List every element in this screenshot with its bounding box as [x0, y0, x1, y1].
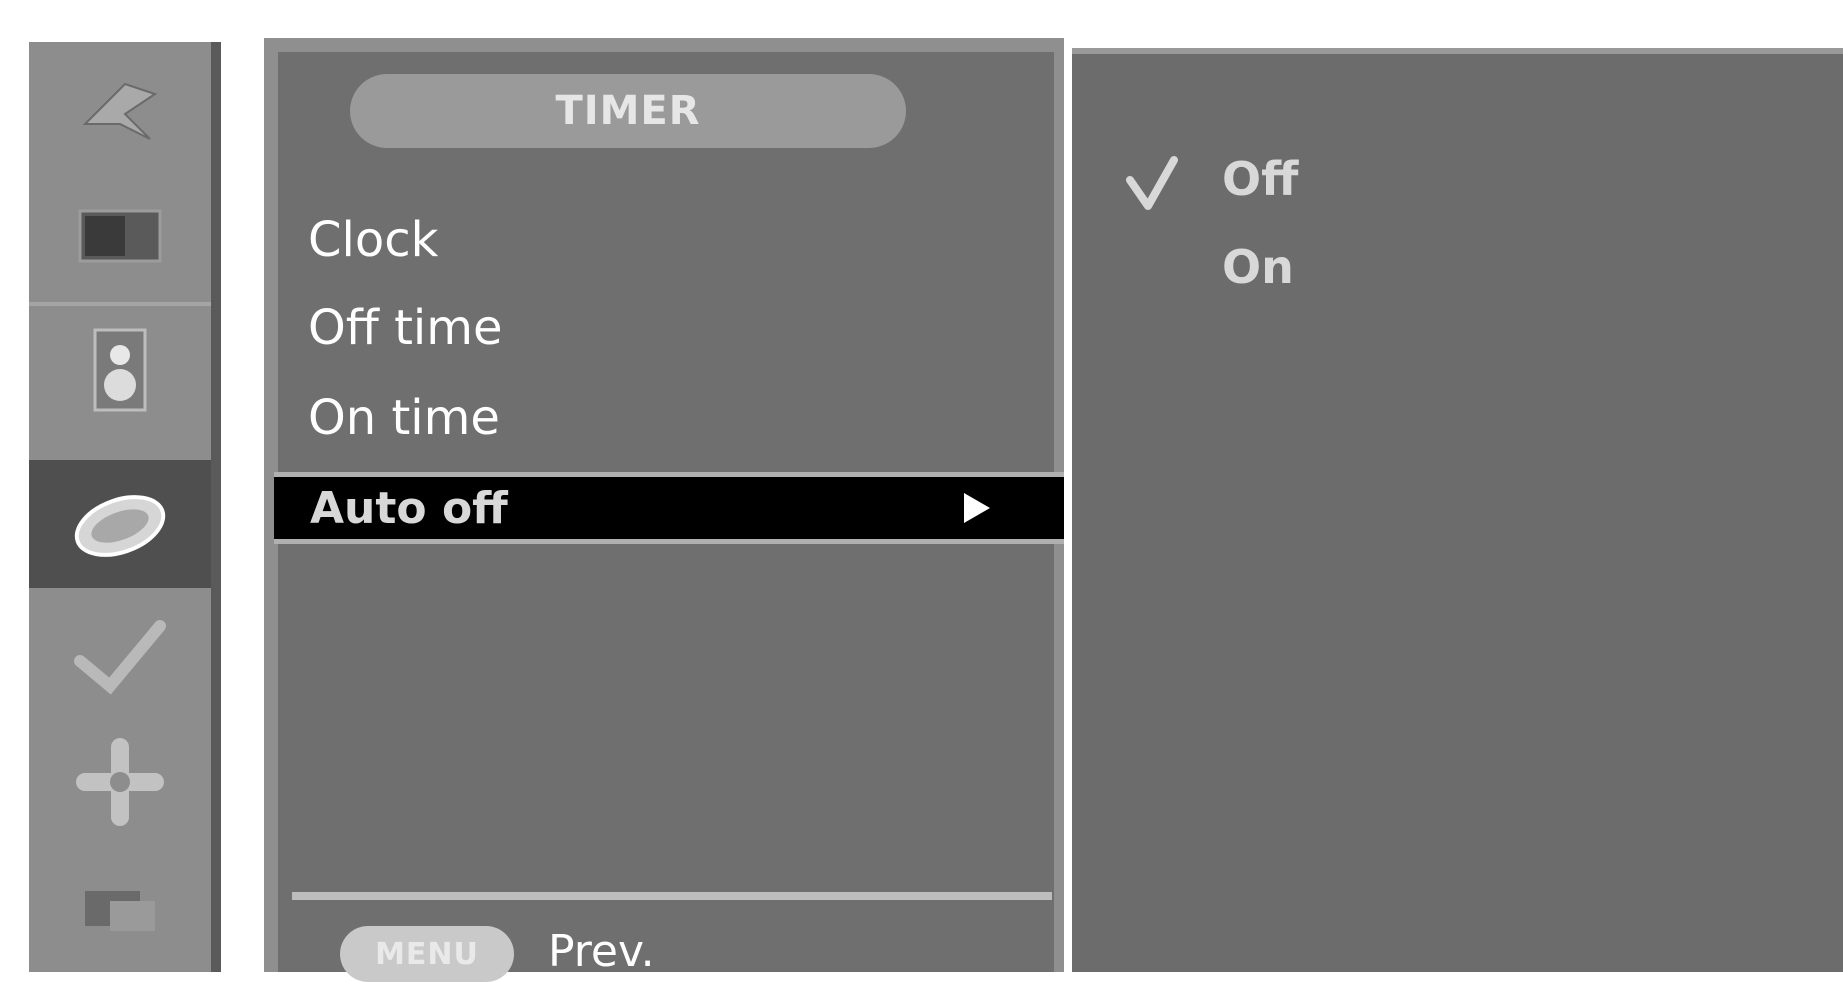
checkmark-icon: [1126, 156, 1178, 210]
option-icon[interactable]: [29, 592, 211, 720]
screen-icon[interactable]: [29, 718, 211, 846]
menu-title: TIMER: [350, 74, 906, 148]
auto-off-options-panel: Off On: [1072, 48, 1843, 972]
menu-item-off-time[interactable]: Off time: [308, 300, 503, 356]
menu-category-rail: [29, 42, 221, 972]
prev-label: Prev.: [548, 926, 655, 977]
footer-divider: [292, 892, 1052, 900]
option-off[interactable]: Off: [1222, 152, 1298, 206]
menu-item-clock[interactable]: Clock: [308, 212, 438, 268]
sound-icon[interactable]: [29, 306, 211, 434]
station-icon[interactable]: [29, 50, 211, 178]
picture-icon[interactable]: [29, 172, 211, 300]
timer-menu-panel: TIMER Clock Off time On time Auto off ME…: [264, 38, 1064, 982]
arrow-right-icon: [964, 493, 990, 523]
menu-item-label: Auto off: [310, 483, 508, 534]
menu-item-on-time[interactable]: On time: [308, 390, 500, 446]
pip-icon[interactable]: [29, 842, 211, 970]
menu-button[interactable]: MENU: [340, 926, 514, 982]
menu-item-auto-off[interactable]: Auto off: [274, 472, 1064, 544]
option-on[interactable]: On: [1222, 240, 1294, 294]
time-icon[interactable]: [29, 460, 211, 588]
